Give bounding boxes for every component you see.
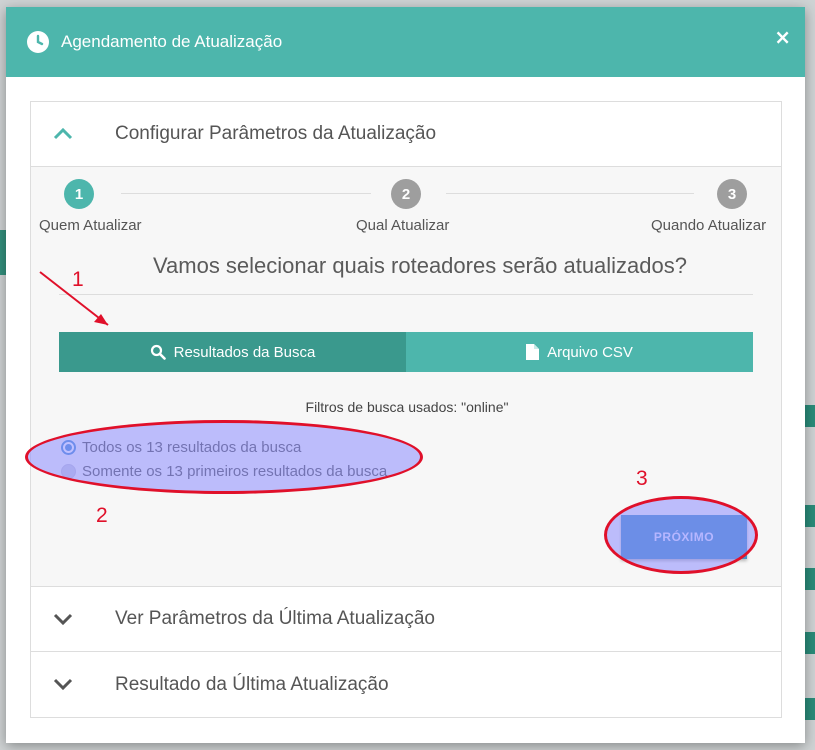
schedule-update-modal: Agendamento de Atualização × Configurar … xyxy=(6,7,805,743)
next-button[interactable]: PRÓXIMO xyxy=(621,515,747,559)
step-1-circle[interactable]: 1 xyxy=(64,179,94,209)
section-last-result-header[interactable]: Resultado da Última Atualização xyxy=(31,652,781,717)
chevron-down-icon xyxy=(53,613,73,626)
clock-icon xyxy=(26,30,50,54)
tab-csv-file-label: Arquivo CSV xyxy=(547,343,633,361)
step-3-label: Quando Atualizar xyxy=(651,217,767,234)
step-3-circle[interactable]: 3 xyxy=(717,179,747,209)
modal-header: Agendamento de Atualização × xyxy=(6,7,805,77)
option-all-results[interactable]: Todos os 13 resultados da busca xyxy=(61,439,301,456)
chevron-up-icon xyxy=(53,127,73,140)
option-first-label: Somente os 13 primeiros resultados da bu… xyxy=(82,463,388,480)
question-heading: Vamos selecionar quais roteadores serão … xyxy=(59,251,753,295)
radio-checked[interactable] xyxy=(61,440,76,455)
option-all-label: Todos os 13 resultados da busca xyxy=(82,439,302,456)
search-filters-text: Filtros de busca usados: "online" xyxy=(305,399,509,415)
tab-csv-file[interactable]: Arquivo CSV xyxy=(406,332,753,372)
source-tabs: Resultados da Busca Arquivo CSV xyxy=(59,332,753,372)
step-line xyxy=(121,193,371,194)
option-first-results[interactable]: Somente os 13 primeiros resultados da bu… xyxy=(61,463,387,480)
annotation-number-3: 3 xyxy=(636,467,648,490)
section-last-params-header[interactable]: Ver Parâmetros da Última Atualização xyxy=(31,587,781,652)
section-configure-title: Configurar Parâmetros da Atualização xyxy=(115,123,437,144)
radio-unchecked[interactable] xyxy=(61,464,76,479)
section-configure-body: 1 Quem Atualizar 2 Qual Atualizar 3 Quan… xyxy=(31,167,781,587)
close-icon[interactable]: × xyxy=(774,25,791,49)
annotation-number-2: 2 xyxy=(96,504,108,527)
section-last-params-title: Ver Parâmetros da Última Atualização xyxy=(115,608,435,629)
tab-search-results-label: Resultados da Busca xyxy=(173,343,316,361)
tab-search-results[interactable]: Resultados da Busca xyxy=(59,332,406,372)
step-line xyxy=(446,193,694,194)
accordion: Configurar Parâmetros da Atualização 1 Q… xyxy=(30,101,782,718)
step-2-circle[interactable]: 2 xyxy=(391,179,421,209)
chevron-down-icon xyxy=(53,678,73,691)
stepper: 1 Quem Atualizar 2 Qual Atualizar 3 Quan… xyxy=(31,179,783,239)
modal-title: Agendamento de Atualização xyxy=(61,32,283,51)
step-2-label: Qual Atualizar xyxy=(356,217,450,234)
file-icon xyxy=(526,344,540,360)
section-last-result-title: Resultado da Última Atualização xyxy=(115,673,389,695)
annotation-number-1: 1 xyxy=(72,268,84,291)
search-icon xyxy=(150,344,166,360)
step-1-label: Quem Atualizar xyxy=(39,217,142,234)
section-configure-header[interactable]: Configurar Parâmetros da Atualização xyxy=(31,102,781,167)
